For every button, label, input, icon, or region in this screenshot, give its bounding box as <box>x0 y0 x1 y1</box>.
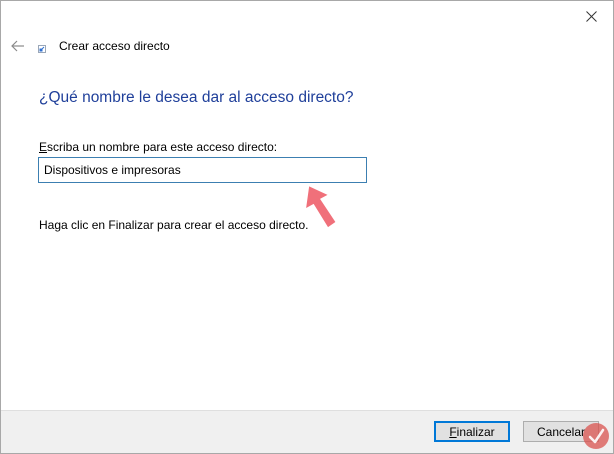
wizard-title: Crear acceso directo <box>59 39 170 53</box>
dialog-footer: Finalizar Cancelar <box>1 410 613 453</box>
watermark-logo-icon <box>583 423 609 449</box>
finish-instruction-text: Haga clic en Finalizar para crear el acc… <box>39 218 309 232</box>
create-shortcut-dialog: Crear acceso directo ¿Qué nombre le dese… <box>0 0 614 454</box>
arrow-left-icon <box>11 40 24 52</box>
annotation-arrow-icon <box>306 186 336 228</box>
finish-button-label: inalizar <box>456 424 495 439</box>
finish-button-mnemonic: F <box>449 424 457 439</box>
name-field-label-mnemonic: E <box>39 140 48 154</box>
finish-button[interactable]: Finalizar <box>434 421 510 442</box>
close-icon <box>585 10 597 22</box>
name-field-label: Escriba un nombre para este acceso direc… <box>39 140 277 154</box>
shortcut-icon <box>38 45 46 53</box>
close-button[interactable] <box>569 1 613 31</box>
shortcut-name-input[interactable] <box>38 157 367 183</box>
name-field-label-text: scriba un nombre para este acceso direct… <box>47 140 278 154</box>
back-button[interactable] <box>9 38 27 54</box>
page-heading: ¿Qué nombre le desea dar al acceso direc… <box>39 89 354 106</box>
